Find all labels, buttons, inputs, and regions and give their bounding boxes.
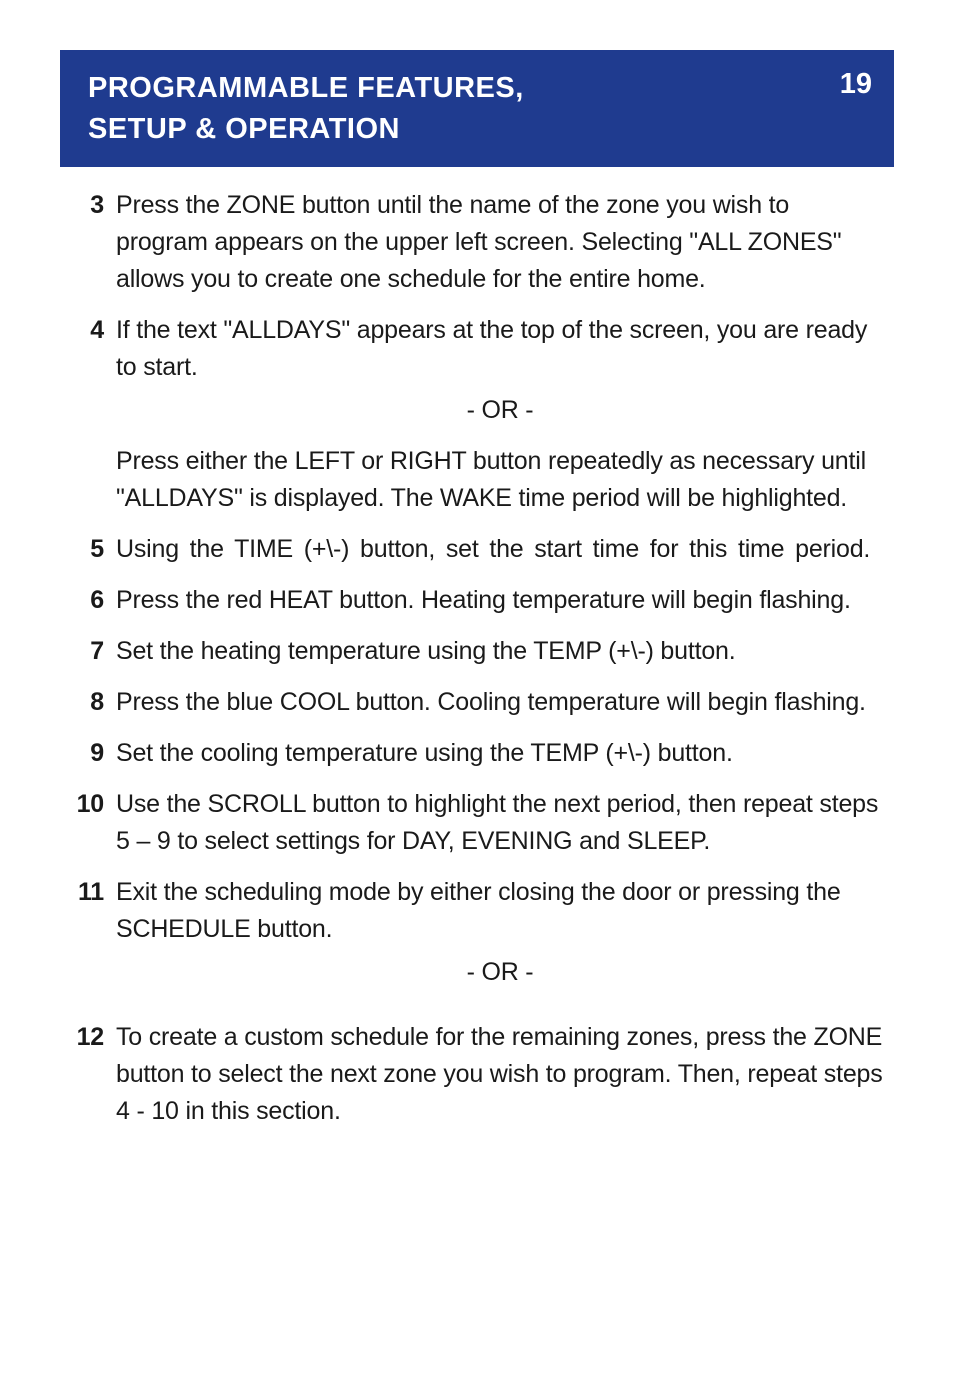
step-text: To create a custom schedule for the rema… [116, 1019, 884, 1130]
step-text-2: Press either the LEFT or RIGHT button re… [116, 443, 884, 517]
step-number: 4 [70, 312, 116, 517]
step-text: Press the blue COOL button. Cooling temp… [116, 684, 884, 721]
step-text: Set the cooling temperature using the TE… [116, 735, 884, 772]
step-item: 11 Exit the scheduling mode by either cl… [70, 874, 884, 1005]
step-number: 5 [70, 531, 116, 568]
section-title: PROGRAMMABLE FEATURES, SETUP & OPERATION [88, 68, 524, 149]
content-area: 3 Press the ZONE button until the name o… [60, 167, 894, 1130]
step-item: 5 Using the TIME (+\-) button, set the s… [70, 531, 884, 568]
page-number: 19 [840, 68, 872, 101]
step-body: Use the SCROLL button to highlight the n… [116, 786, 884, 860]
step-body: If the text "ALLDAYS" appears at the top… [116, 312, 884, 517]
step-number: 10 [70, 786, 116, 860]
step-number: 6 [70, 582, 116, 619]
or-separator: - OR - [116, 392, 884, 429]
step-body: Set the heating temperature using the TE… [116, 633, 884, 670]
step-number: 9 [70, 735, 116, 772]
step-number: 7 [70, 633, 116, 670]
step-body: Set the cooling temperature using the TE… [116, 735, 884, 772]
or-separator: - OR - [116, 954, 884, 991]
step-body: To create a custom schedule for the rema… [116, 1019, 884, 1130]
step-text: Set the heating temperature using the TE… [116, 633, 884, 670]
step-number: 11 [70, 874, 116, 1005]
step-number: 3 [70, 187, 116, 298]
step-text: Use the SCROLL button to highlight the n… [116, 786, 884, 860]
step-text: Exit the scheduling mode by either closi… [116, 874, 884, 948]
step-body: Using the TIME (+\-) button, set the sta… [116, 531, 884, 568]
step-item: 8 Press the blue COOL button. Cooling te… [70, 684, 884, 721]
title-line-1: PROGRAMMABLE FEATURES, [88, 72, 524, 104]
title-line-2: SETUP & OPERATION [88, 113, 400, 145]
step-item: 12 To create a custom schedule for the r… [70, 1019, 884, 1130]
step-body: Exit the scheduling mode by either closi… [116, 874, 884, 1005]
step-item: 6 Press the red HEAT button. Heating tem… [70, 582, 884, 619]
step-item: 3 Press the ZONE button until the name o… [70, 187, 884, 298]
step-list: 3 Press the ZONE button until the name o… [70, 187, 884, 1130]
step-text: If the text "ALLDAYS" appears at the top… [116, 312, 884, 386]
step-text: Using the TIME (+\-) button, set the sta… [116, 531, 884, 568]
section-header: PROGRAMMABLE FEATURES, SETUP & OPERATION… [60, 50, 894, 167]
step-text: Press the ZONE button until the name of … [116, 187, 884, 298]
step-item: 7 Set the heating temperature using the … [70, 633, 884, 670]
step-number: 8 [70, 684, 116, 721]
step-body: Press the blue COOL button. Cooling temp… [116, 684, 884, 721]
step-text: Press the red HEAT button. Heating tempe… [116, 582, 884, 619]
step-number: 12 [70, 1019, 116, 1130]
step-body: Press the red HEAT button. Heating tempe… [116, 582, 884, 619]
step-body: Press the ZONE button until the name of … [116, 187, 884, 298]
step-item: 4 If the text "ALLDAYS" appears at the t… [70, 312, 884, 517]
step-item: 9 Set the cooling temperature using the … [70, 735, 884, 772]
step-item: 10 Use the SCROLL button to highlight th… [70, 786, 884, 860]
